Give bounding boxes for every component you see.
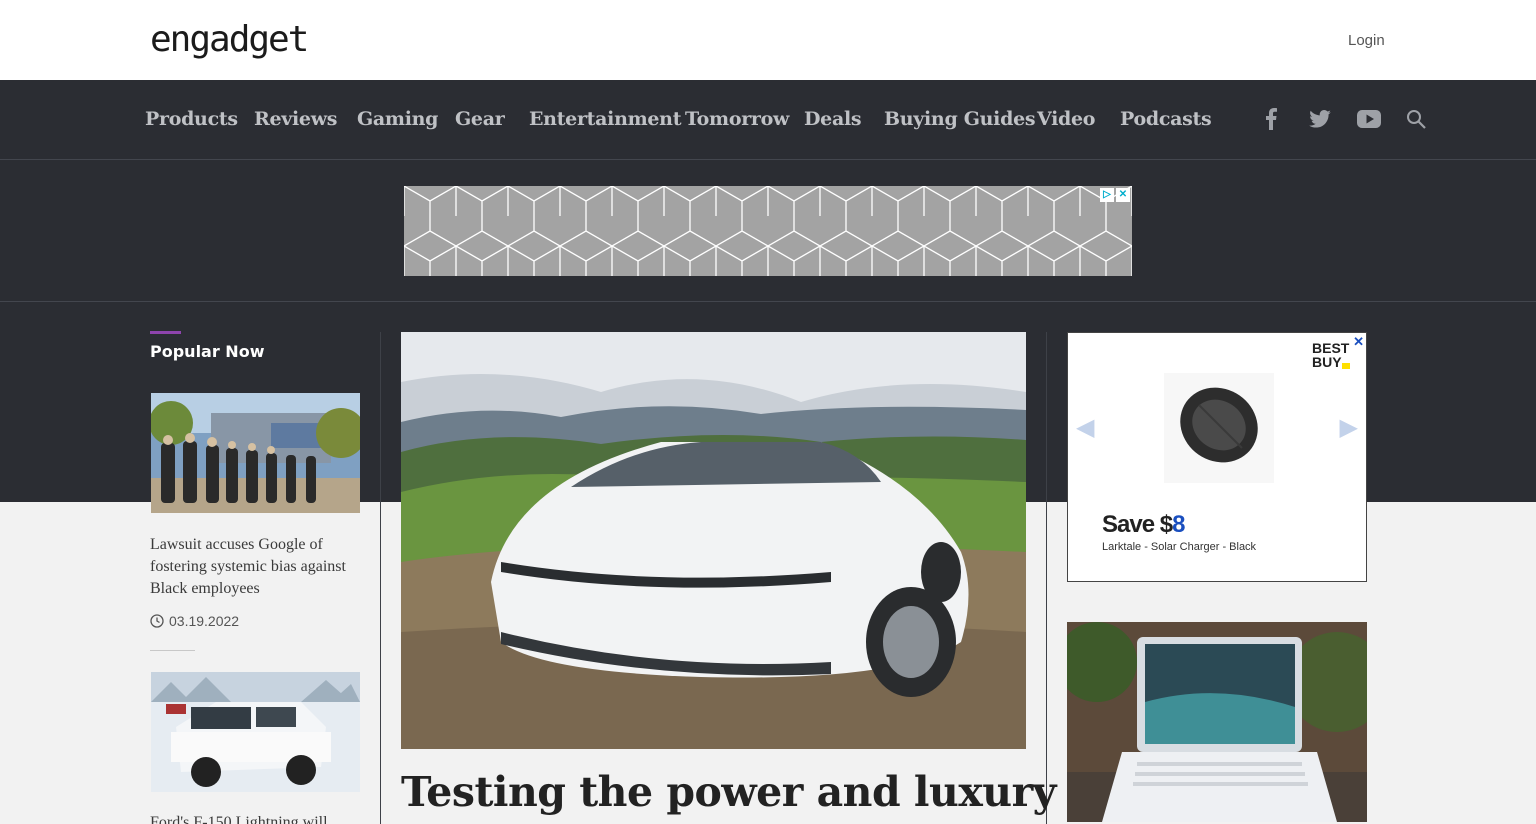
story-headline[interactable]: Ford's F-150 Lightning will xyxy=(150,812,365,824)
nav-item-video[interactable]: Video xyxy=(1037,108,1095,130)
column-divider xyxy=(1046,332,1047,824)
svg-text:BUY: BUY xyxy=(1312,354,1342,370)
twitter-icon[interactable] xyxy=(1309,108,1331,130)
hero-headline[interactable]: Testing the power and luxury of xyxy=(401,768,1114,816)
clock-icon xyxy=(150,614,164,628)
product-ad[interactable]: BEST BUY ✕ ◀ ▶ Save $8 Larktale - Solar … xyxy=(1067,332,1367,582)
nav-item-gear[interactable]: Gear xyxy=(455,108,505,130)
ad-product-name: Larktale - Solar Charger - Black xyxy=(1102,541,1257,553)
nav-item-podcasts[interactable]: Podcasts xyxy=(1120,108,1212,130)
column-divider xyxy=(380,332,381,824)
facebook-icon[interactable] xyxy=(1260,108,1282,130)
nav-item-buying-guides[interactable]: Buying Guides xyxy=(884,108,1036,130)
story-separator xyxy=(150,650,195,651)
popular-accent-bar xyxy=(150,331,181,334)
carousel-next-icon[interactable]: ▶ xyxy=(1340,413,1358,442)
carousel-prev-icon[interactable]: ◀ xyxy=(1076,413,1094,442)
best-buy-logo: BEST BUY xyxy=(1312,340,1352,373)
product-image xyxy=(1164,373,1274,483)
ad-close-icon[interactable]: ✕ xyxy=(1353,334,1364,350)
nav-item-gaming[interactable]: Gaming xyxy=(357,108,438,130)
youtube-icon[interactable] xyxy=(1357,108,1381,130)
story-date-text: 03.19.2022 xyxy=(169,613,240,629)
laptop-article-image[interactable] xyxy=(1067,622,1367,822)
top-bar: engadget Login xyxy=(0,0,1536,80)
adchoices-icon[interactable]: ▷ ✕ xyxy=(1100,188,1130,202)
nav-item-deals[interactable]: Deals xyxy=(804,108,862,130)
nav-item-tomorrow[interactable]: Tomorrow xyxy=(685,108,789,130)
banner-ad[interactable]: ▷ ✕ xyxy=(404,186,1132,276)
story-headline[interactable]: Lawsuit accuses Google of fostering syst… xyxy=(150,534,365,600)
popular-now-heading: Popular Now xyxy=(150,342,265,361)
story-date: 03.19.2022 xyxy=(150,613,239,629)
engadget-logo[interactable]: engadget xyxy=(150,20,309,60)
story-thumbnail[interactable] xyxy=(151,393,360,513)
hero-image[interactable] xyxy=(401,332,1026,749)
section-divider xyxy=(0,301,1536,302)
nav-item-products[interactable]: Products xyxy=(145,108,238,130)
nav-item-entertainment[interactable]: Entertainment xyxy=(529,108,681,130)
ad-offer: Save $8 xyxy=(1102,511,1185,538)
main-nav: Products Reviews Gaming Gear Entertainme… xyxy=(0,80,1536,160)
search-icon[interactable] xyxy=(1405,108,1427,130)
story-thumbnail[interactable] xyxy=(151,672,360,792)
nav-item-reviews[interactable]: Reviews xyxy=(254,108,337,130)
login-link[interactable]: Login xyxy=(1348,32,1385,49)
